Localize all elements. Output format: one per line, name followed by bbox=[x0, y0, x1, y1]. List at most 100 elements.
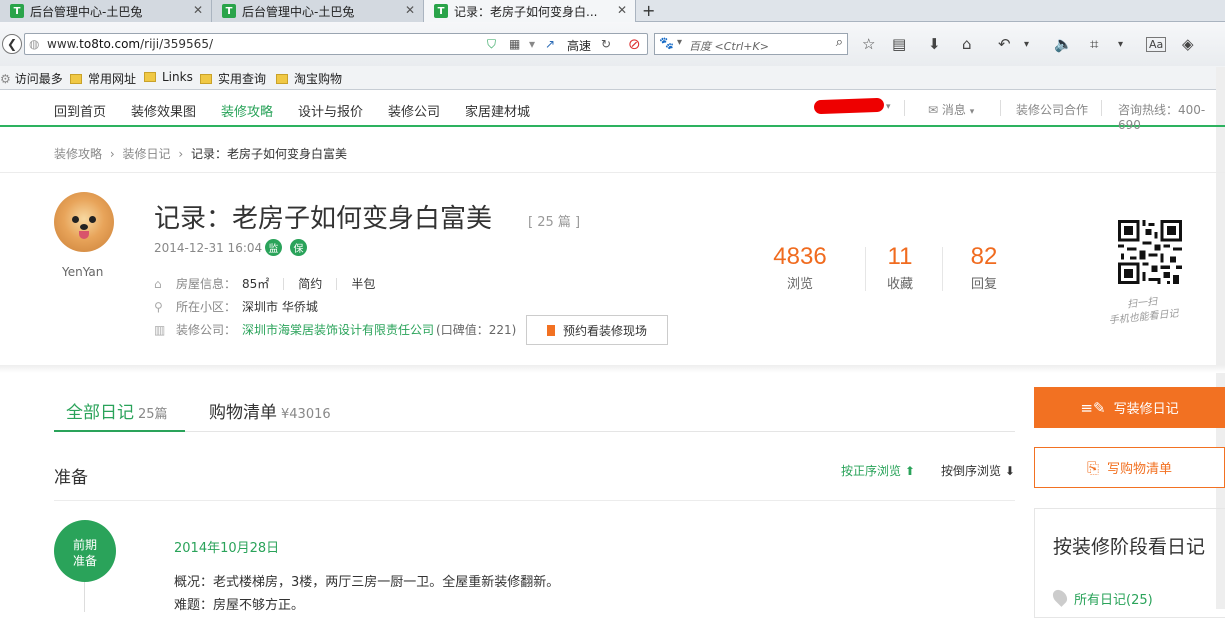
nav-guides[interactable]: 装修攻略 bbox=[221, 101, 273, 120]
bookmark-links[interactable]: Links bbox=[144, 70, 193, 84]
close-icon[interactable]: ✕ bbox=[193, 3, 203, 17]
entry-text: 难题：房屋不够方正。 bbox=[174, 598, 305, 613]
address-bar[interactable]: ◍ www.to8to.com/riji/359565/ ⛉ ▦ ▾ ↗ 高速 … bbox=[24, 33, 648, 55]
sort-descending-link[interactable]: 按倒序浏览 ⬇ bbox=[941, 462, 1015, 479]
url-text: www.to8to.com/riji/359565/ bbox=[47, 37, 213, 51]
section-shadow bbox=[0, 365, 1225, 373]
bookmark-useful-queries[interactable]: 实用查询 bbox=[200, 70, 266, 87]
house-info-row: ⌂ 房屋信息： 85㎡ 简约 半包 bbox=[154, 276, 376, 292]
section-title: 准备 bbox=[54, 468, 88, 488]
stage-panel-title: 按装修阶段看日记 bbox=[1053, 536, 1206, 558]
building-icon: ▥ bbox=[154, 322, 166, 337]
bookmark-taobao[interactable]: 淘宝购物 bbox=[276, 70, 342, 87]
chevron-down-icon[interactable]: ▾ bbox=[1118, 39, 1123, 50]
dropdown-arrow-icon[interactable]: ▾ bbox=[529, 37, 535, 51]
add-list-icon: ⎘ bbox=[1086, 458, 1099, 477]
chevron-down-icon[interactable]: ▾ bbox=[886, 102, 891, 112]
nav-companies[interactable]: 装修公司 bbox=[388, 101, 440, 120]
document-icon bbox=[546, 324, 555, 336]
avatar[interactable] bbox=[54, 192, 114, 252]
tab-title: 后台管理中心-土巴兔 bbox=[242, 4, 355, 19]
hotline-text: 咨询热线：400-690 bbox=[1118, 103, 1206, 132]
page-title: 记录：老房子如何变身白富美 bbox=[154, 204, 493, 234]
speed-icon[interactable]: ↗ bbox=[545, 37, 555, 51]
redacted-username[interactable] bbox=[813, 97, 885, 115]
close-icon[interactable]: ✕ bbox=[405, 3, 415, 17]
entry-text: 概况：老式楼梯房，3楼，两厅三房一厨一卫。全屋重新装修翻新。 bbox=[174, 575, 560, 590]
crop-icon[interactable]: ⌗ bbox=[1090, 35, 1098, 53]
nav-design-quote[interactable]: 设计与报价 bbox=[298, 101, 363, 120]
volume-icon[interactable]: 🔈 bbox=[1054, 35, 1073, 53]
adblock-icon[interactable]: ⊘ bbox=[628, 35, 641, 53]
breadcrumb: 装修攻略 › 装修日记 › 记录：老房子如何变身白富美 bbox=[54, 145, 351, 162]
chevron-right-icon: › bbox=[109, 147, 115, 161]
timeline-line bbox=[84, 582, 85, 612]
stat-replies[interactable]: 82 回复 bbox=[944, 243, 1024, 292]
house-icon: ⌂ bbox=[154, 276, 162, 291]
refresh-icon[interactable]: ↻ bbox=[601, 37, 611, 51]
to8to-favicon-icon: T bbox=[10, 4, 24, 18]
nav-home[interactable]: 回到首页 bbox=[54, 101, 106, 120]
chevron-down-icon[interactable]: ▾ bbox=[677, 37, 682, 48]
author-name[interactable]: YenYan bbox=[62, 265, 103, 279]
baidu-paw-icon: 🐾 bbox=[659, 36, 674, 50]
pen-icon: ≡✎ bbox=[1080, 398, 1106, 417]
stage-all-entries-link[interactable]: 所有日记(25) bbox=[1074, 589, 1153, 608]
bookmark-most-visited[interactable]: ⚙ 访问最多 bbox=[0, 70, 63, 87]
undo-icon[interactable]: ↶ bbox=[998, 35, 1011, 53]
speed-label[interactable]: 高速 bbox=[567, 37, 591, 54]
company-link[interactable]: 深圳市海棠居装饰设计有限责任公司 bbox=[242, 321, 434, 338]
sort-ascending-link[interactable]: 按正序浏览 ⬆ bbox=[841, 462, 915, 479]
browser-tab-3[interactable]: T 记录：老房子如何变身白... ✕ bbox=[424, 0, 636, 22]
chevron-down-icon[interactable]: ▾ bbox=[1024, 39, 1029, 50]
qr-code-icon[interactable]: ▦ bbox=[509, 37, 520, 51]
tab-shopping-list[interactable]: 购物清单 ¥43016 bbox=[209, 398, 331, 423]
tab-title: 后台管理中心-土巴兔 bbox=[30, 4, 143, 19]
write-shopping-list-button[interactable]: ⎘ 写购物清单 bbox=[1034, 447, 1225, 488]
stat-views: 4836 浏览 bbox=[773, 243, 827, 292]
messages-link[interactable]: ✉ 消息 ▾ bbox=[928, 101, 974, 118]
browser-tab-2[interactable]: T 后台管理中心-土巴兔 ✕ bbox=[212, 0, 424, 22]
divider bbox=[54, 431, 1015, 432]
browser-tab-1[interactable]: T 后台管理中心-土巴兔 ✕ bbox=[0, 0, 212, 22]
stage-badge: 前期 准备 bbox=[54, 520, 116, 582]
breadcrumb-item[interactable]: 装修攻略 bbox=[54, 147, 102, 161]
qr-caption: 扫一扫 手机也能看日记 bbox=[1108, 296, 1180, 327]
location-pin-icon: ⚲ bbox=[154, 299, 163, 314]
back-arrow-icon[interactable]: ❮ bbox=[2, 34, 22, 54]
entry-count: [ 25 篇 ] bbox=[528, 215, 581, 230]
close-icon[interactable]: ✕ bbox=[617, 3, 627, 17]
nav-materials[interactable]: 家居建材城 bbox=[465, 101, 530, 120]
reading-list-icon[interactable]: ▤ bbox=[892, 35, 906, 53]
shield-icon[interactable]: ⛉ bbox=[487, 37, 496, 52]
divider bbox=[942, 247, 943, 291]
breadcrumb-item[interactable]: 装修日记 bbox=[122, 147, 170, 161]
active-tab-indicator bbox=[54, 430, 185, 432]
download-icon[interactable]: ⬇ bbox=[928, 35, 941, 53]
home-icon[interactable]: ⌂ bbox=[962, 35, 972, 53]
divider bbox=[1101, 100, 1102, 116]
globe-icon: ◍ bbox=[29, 37, 40, 51]
font-size-icon[interactable]: Aa bbox=[1146, 37, 1167, 52]
community-info-row: ⚲ 所在小区： 深圳市 华侨城 bbox=[154, 299, 318, 315]
new-tab-icon[interactable]: + bbox=[642, 1, 655, 20]
nav-effects[interactable]: 装修效果图 bbox=[131, 101, 196, 120]
cooperation-link[interactable]: 装修公司合作 bbox=[1016, 101, 1088, 118]
browser-tab-bar: T 后台管理中心-土巴兔 ✕ T 后台管理中心-土巴兔 ✕ T 记录：老房子如何… bbox=[0, 0, 1225, 22]
write-diary-button[interactable]: ≡✎ 写装修日记 bbox=[1034, 387, 1225, 428]
stat-favorites[interactable]: 11 收藏 bbox=[860, 243, 940, 292]
extension-icon[interactable]: ◈ bbox=[1182, 35, 1194, 53]
divider bbox=[1000, 100, 1001, 116]
search-icon[interactable]: ⌕ bbox=[836, 35, 843, 50]
bookmarks-bar: ⚙ 访问最多 常用网址 Links 实用查询 淘宝购物 bbox=[0, 66, 1225, 90]
star-icon[interactable]: ☆ bbox=[862, 35, 875, 53]
search-input[interactable]: 🐾 ▾ 百度 <Ctrl+K> ⌕ bbox=[654, 33, 848, 55]
supervision-badge-icon[interactable]: 监 bbox=[265, 239, 282, 256]
site-nav: 回到首页 装修效果图 装修攻略 设计与报价 装修公司 家居建材城 ▾ ✉ 消息 … bbox=[0, 91, 1225, 132]
bookmark-common-urls[interactable]: 常用网址 bbox=[70, 70, 136, 87]
tab-all-diaries[interactable]: 全部日记 25篇 bbox=[66, 398, 168, 423]
appointment-button[interactable]: 预约看装修现场 bbox=[526, 315, 668, 345]
folder-icon bbox=[200, 73, 212, 84]
chevron-down-icon: ▾ bbox=[969, 107, 975, 117]
guarantee-badge-icon[interactable]: 保 bbox=[290, 239, 307, 256]
